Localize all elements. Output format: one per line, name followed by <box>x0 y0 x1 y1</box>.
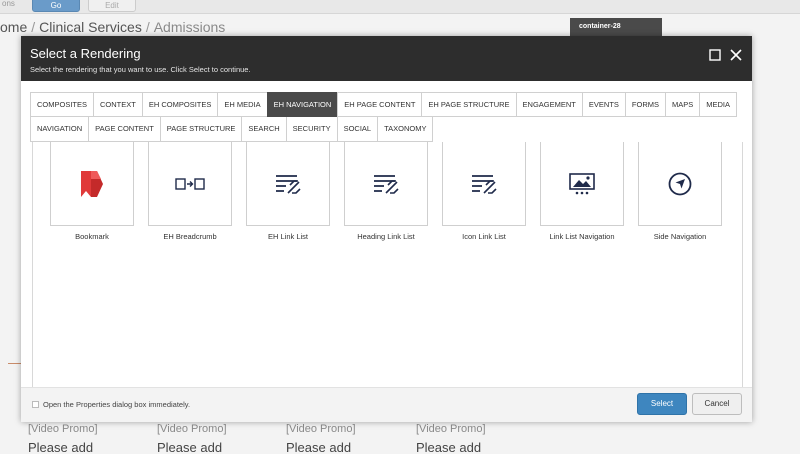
rendering-label: Side Navigation <box>653 232 707 241</box>
dialog-title: Select a Rendering <box>30 46 141 61</box>
breadcrumb-separator: / <box>145 19 150 35</box>
toolbar-fragment: ons <box>2 0 15 8</box>
close-icon[interactable] <box>729 48 743 62</box>
breadcrumb-current: Admissions <box>153 19 226 35</box>
video-promo-tag: [Video Promo] <box>157 423 227 435</box>
bookmark-icon <box>81 170 103 197</box>
dialog-footer: Open the Properties dialog box immediate… <box>21 387 752 422</box>
rendering-thumbnail <box>246 142 330 226</box>
renderings-grid: Bookmark EH Breadcrumb EH Link List Head… <box>50 142 736 241</box>
tab-page-content[interactable]: PAGE CONTENT <box>88 117 160 142</box>
tab-media[interactable]: MEDIA <box>699 92 738 117</box>
select-button[interactable]: Select <box>637 393 687 415</box>
rendering-thumbnail <box>344 142 428 226</box>
video-promo-text: Please add <box>28 440 94 454</box>
video-promo-tag: [Video Promo] <box>28 423 98 435</box>
rendering-thumbnail <box>148 142 232 226</box>
tab-search[interactable]: SEARCH <box>241 117 286 142</box>
open-properties-label: Open the Properties dialog box immediate… <box>43 400 191 409</box>
breadcrumb-icon <box>175 177 205 190</box>
breadcrumb-home[interactable]: ome <box>0 19 27 35</box>
rendering-tile-side-navigation[interactable]: Side Navigation <box>638 142 722 241</box>
rendering-label: Link List Navigation <box>549 232 615 241</box>
tab-row-2: NAVIGATION PAGE CONTENT PAGE STRUCTURE S… <box>30 117 434 142</box>
video-promo-text: Please add <box>416 440 482 454</box>
cancel-button[interactable]: Cancel <box>692 393 742 415</box>
rendering-tile-icon-link-list[interactable]: Icon Link List <box>442 142 526 241</box>
rendering-tile-eh-breadcrumb[interactable]: EH Breadcrumb <box>148 142 232 241</box>
rendering-tile-bookmark[interactable]: Bookmark <box>50 142 134 241</box>
tab-context[interactable]: CONTEXT <box>93 92 142 117</box>
go-button[interactable]: Go <box>32 0 80 12</box>
video-promo-text: Please add <box>157 440 223 454</box>
rendering-tile-eh-link-list[interactable]: EH Link List <box>246 142 330 241</box>
maximize-icon[interactable] <box>708 48 722 62</box>
video-promo: [Video Promo] Please add <box>157 423 227 454</box>
video-promo-tag: [Video Promo] <box>416 423 486 435</box>
video-promo-tag: [Video Promo] <box>286 423 356 435</box>
breadcrumb: ome / Clinical Services / Admissions <box>0 19 225 35</box>
rendering-label: Bookmark <box>75 232 109 241</box>
rendering-label: EH Link List <box>267 232 309 241</box>
tab-forms[interactable]: FORMS <box>624 92 665 117</box>
renderings-panel: Bookmark EH Breadcrumb EH Link List Head… <box>32 142 743 413</box>
compass-navigation-icon <box>668 172 692 195</box>
image-navigation-icon <box>569 172 595 194</box>
link-list-icon <box>472 174 497 194</box>
rendering-thumbnail <box>540 142 624 226</box>
tab-composites[interactable]: COMPOSITES <box>30 92 94 117</box>
dialog-body: COMPOSITES CONTEXT EH COMPOSITES EH MEDI… <box>30 92 743 414</box>
tab-row-1: COMPOSITES CONTEXT EH COMPOSITES EH MEDI… <box>30 92 738 117</box>
tab-eh-page-content[interactable]: EH PAGE CONTENT <box>337 92 422 117</box>
breadcrumb-clinical-services[interactable]: Clinical Services <box>39 19 142 35</box>
link-list-icon <box>374 174 399 194</box>
decorative-line <box>8 363 22 364</box>
tab-social[interactable]: SOCIAL <box>336 117 378 142</box>
rendering-thumbnail <box>50 142 134 226</box>
rendering-tile-link-list-navigation[interactable]: Link List Navigation <box>540 142 624 241</box>
video-promo-text: Please add <box>286 440 352 454</box>
tab-page-structure[interactable]: PAGE STRUCTURE <box>159 117 242 142</box>
link-list-icon <box>276 174 301 194</box>
video-promo: [Video Promo] Please add <box>416 423 486 454</box>
tab-eh-composites[interactable]: EH COMPOSITES <box>141 92 218 117</box>
tab-security[interactable]: SECURITY <box>285 117 337 142</box>
tab-eh-page-structure[interactable]: EH PAGE STRUCTURE <box>421 92 516 117</box>
container-label: container-28 <box>570 18 662 36</box>
background-toolbar: ons Go Edit <box>0 0 800 14</box>
rendering-label: Heading Link List <box>357 232 415 241</box>
tab-navigation[interactable]: NAVIGATION <box>30 117 89 142</box>
video-promo: [Video Promo] Please add <box>286 423 356 454</box>
select-rendering-dialog: Select a Rendering Select the rendering … <box>21 36 752 422</box>
tab-eh-navigation[interactable]: EH NAVIGATION <box>266 92 338 117</box>
edit-button[interactable]: Edit <box>88 0 136 12</box>
open-properties-checkbox[interactable] <box>32 401 39 408</box>
tab-taxonomy[interactable]: TAXONOMY <box>377 117 434 142</box>
rendering-thumbnail <box>638 142 722 226</box>
video-promo: [Video Promo] Please add <box>28 423 98 454</box>
tab-eh-media[interactable]: EH MEDIA <box>217 92 267 117</box>
breadcrumb-separator: / <box>31 19 36 35</box>
rendering-tile-heading-link-list[interactable]: Heading Link List <box>344 142 428 241</box>
tab-engagement[interactable]: ENGAGEMENT <box>515 92 582 117</box>
rendering-label: EH Breadcrumb <box>163 232 217 241</box>
tab-events[interactable]: EVENTS <box>581 92 625 117</box>
tab-maps[interactable]: MAPS <box>665 92 700 117</box>
category-tabs: COMPOSITES CONTEXT EH COMPOSITES EH MEDI… <box>30 92 743 142</box>
dialog-subtitle: Select the rendering that you want to us… <box>30 65 251 74</box>
dialog-header: Select a Rendering Select the rendering … <box>21 36 752 81</box>
rendering-thumbnail <box>442 142 526 226</box>
rendering-label: Icon Link List <box>462 232 506 241</box>
